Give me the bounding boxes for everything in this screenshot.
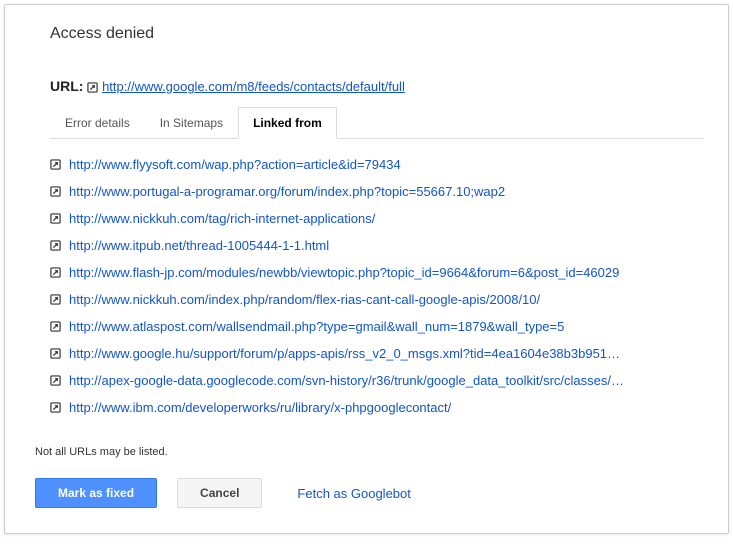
tab-linked-from[interactable]: Linked from xyxy=(238,107,337,139)
list-item: http://www.nickkuh.com/tag/rich-internet… xyxy=(50,205,703,232)
list-item: http://www.atlaspost.com/wallsendmail.ph… xyxy=(50,313,703,340)
external-link-icon xyxy=(50,294,61,305)
note-text: Not all URLs may be listed. xyxy=(35,446,703,458)
linked-from-list: http://www.flyysoft.com/wap.php?action=a… xyxy=(50,151,703,421)
list-item: http://www.flash-jp.com/modules/newbb/vi… xyxy=(50,259,703,286)
external-link-icon xyxy=(50,186,61,197)
linked-from-url[interactable]: http://apex-google-data.googlecode.com/s… xyxy=(69,373,624,388)
url-value-link[interactable]: http://www.google.com/m8/feeds/contacts/… xyxy=(102,79,405,94)
linked-from-url[interactable]: http://www.nickkuh.com/index.php/random/… xyxy=(69,292,540,307)
tab-error-details[interactable]: Error details xyxy=(50,107,145,139)
list-item: http://www.itpub.net/thread-1005444-1-1.… xyxy=(50,232,703,259)
linked-from-url[interactable]: http://www.flyysoft.com/wap.php?action=a… xyxy=(69,157,401,172)
linked-from-url[interactable]: http://www.portugal-a-programar.org/foru… xyxy=(69,184,505,199)
fetch-as-googlebot-link[interactable]: Fetch as Googlebot xyxy=(297,486,410,501)
external-link-icon xyxy=(50,213,61,224)
external-link-icon xyxy=(87,82,98,93)
tabs: Error detailsIn SitemapsLinked from xyxy=(50,106,703,139)
linked-from-url[interactable]: http://www.atlaspost.com/wallsendmail.ph… xyxy=(69,319,564,334)
external-link-icon xyxy=(50,240,61,251)
external-link-icon xyxy=(50,348,61,359)
cancel-button[interactable]: Cancel xyxy=(177,478,262,508)
external-link-icon xyxy=(50,402,61,413)
access-denied-dialog: Access denied URL: http://www.google.com… xyxy=(4,4,729,534)
external-link-icon xyxy=(50,267,61,278)
list-item: http://www.flyysoft.com/wap.php?action=a… xyxy=(50,151,703,178)
linked-from-url[interactable]: http://www.nickkuh.com/tag/rich-internet… xyxy=(69,211,375,226)
external-link-icon xyxy=(50,375,61,386)
mark-as-fixed-button[interactable]: Mark as fixed xyxy=(35,478,157,508)
linked-from-url[interactable]: http://www.itpub.net/thread-1005444-1-1.… xyxy=(69,238,329,253)
action-row: Mark as fixed Cancel Fetch as Googlebot xyxy=(35,478,703,508)
list-item: http://www.nickkuh.com/index.php/random/… xyxy=(50,286,703,313)
tab-in-sitemaps[interactable]: In Sitemaps xyxy=(145,107,238,139)
list-item: http://www.ibm.com/developerworks/ru/lib… xyxy=(50,394,703,421)
list-item: http://apex-google-data.googlecode.com/s… xyxy=(50,367,703,394)
linked-from-url[interactable]: http://www.flash-jp.com/modules/newbb/vi… xyxy=(69,265,619,280)
linked-from-url[interactable]: http://www.ibm.com/developerworks/ru/lib… xyxy=(69,400,451,415)
linked-from-url[interactable]: http://www.google.hu/support/forum/p/app… xyxy=(69,346,620,361)
list-item: http://www.portugal-a-programar.org/foru… xyxy=(50,178,703,205)
dialog-title: Access denied xyxy=(50,25,703,43)
external-link-icon xyxy=(50,159,61,170)
url-row: URL: http://www.google.com/m8/feeds/cont… xyxy=(50,78,703,94)
url-label: URL: xyxy=(50,78,83,94)
external-link-icon xyxy=(50,321,61,332)
list-item: http://www.google.hu/support/forum/p/app… xyxy=(50,340,703,367)
